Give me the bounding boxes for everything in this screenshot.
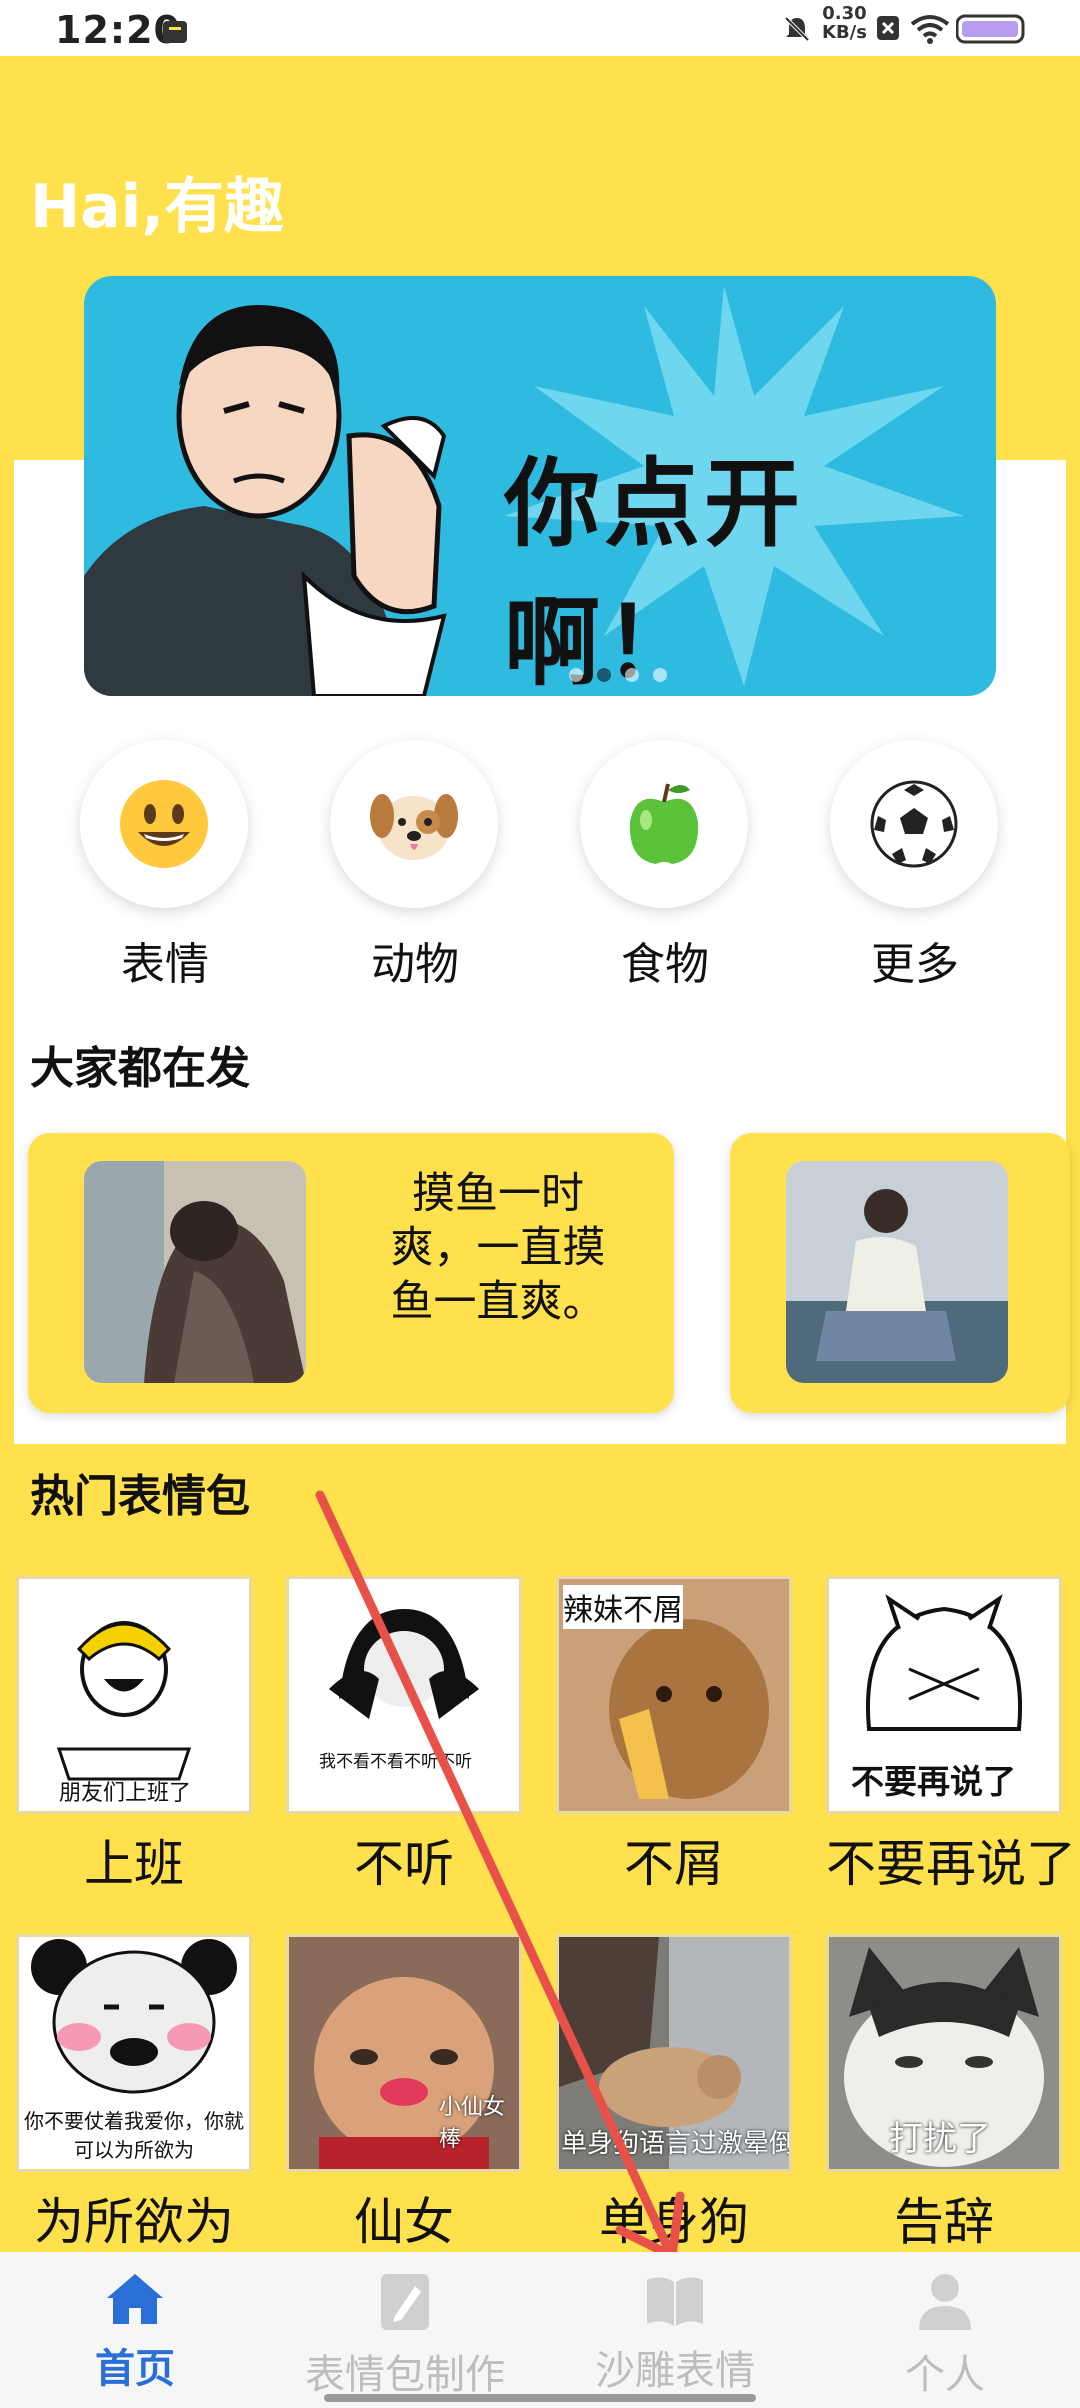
sticker-overlay: 小仙女棒 bbox=[439, 2095, 506, 2152]
banner-pagination bbox=[569, 668, 667, 682]
sticker-caption: 不屑 bbox=[624, 1835, 724, 1893]
sticker-overlay: 不要再说了 bbox=[851, 1762, 1016, 1801]
promo-banner[interactable]: 你点开啊！ bbox=[84, 276, 996, 696]
sticker-caption: 不听 bbox=[354, 1835, 454, 1893]
greeting-title: Hai,有趣 bbox=[30, 172, 285, 242]
status-bar: 12:20 0.30 KB/s bbox=[0, 0, 1080, 56]
tab-label: 沙雕表情 bbox=[595, 2348, 755, 2394]
sticker-item[interactable]: 打扰了 告辞 bbox=[826, 1934, 1062, 2254]
bottom-tab-bar: 首页 表情包制作 沙雕表情 个人 bbox=[0, 2252, 1080, 2408]
home-icon bbox=[107, 2274, 163, 2324]
notification-app-icon bbox=[162, 18, 188, 48]
category-label: 更多 bbox=[871, 939, 959, 990]
soccer-ball-icon bbox=[830, 740, 998, 908]
category-label: 食物 bbox=[621, 939, 709, 990]
trending-card-photo bbox=[786, 1161, 1008, 1383]
trending-card[interactable] bbox=[730, 1133, 1070, 1413]
sticker-item[interactable]: 单身狗语言过激晕倒 单身狗 bbox=[556, 1934, 792, 2254]
open-book-icon bbox=[647, 2277, 703, 2326]
sticker-caption: 单身狗 bbox=[599, 2193, 749, 2251]
sticker-caption: 告辞 bbox=[894, 2193, 994, 2251]
sticker-thumb: 我不看不看不听不听 bbox=[286, 1576, 522, 1814]
mute-icon bbox=[782, 14, 812, 48]
battery-icon bbox=[955, 14, 1026, 48]
sticker-caption: 不要再说了 bbox=[826, 1835, 1076, 1893]
sticker-item[interactable]: 朋友们上班了 上班 bbox=[16, 1576, 252, 1896]
sim-blocked-icon bbox=[876, 14, 900, 46]
sticker-thumb: 不要再说了 bbox=[826, 1576, 1062, 1814]
trending-card[interactable]: 摸鱼一时爽，一直摸鱼一直爽。 bbox=[28, 1133, 674, 1413]
wifi-icon bbox=[910, 14, 950, 48]
tab-funny-stickers[interactable]: 沙雕表情 bbox=[540, 2272, 810, 2396]
person-icon bbox=[919, 2274, 971, 2330]
trending-title: 大家都在发 bbox=[30, 1043, 250, 1094]
category-food[interactable]: 食物 bbox=[580, 740, 750, 992]
category-more[interactable]: 更多 bbox=[830, 740, 1000, 992]
edit-document-icon bbox=[381, 2274, 429, 2330]
category-label: 动物 bbox=[371, 939, 459, 990]
network-speed-value: 0.30 bbox=[822, 3, 867, 24]
sticker-caption: 为所欲为 bbox=[34, 2193, 234, 2251]
category-emoji[interactable]: 表情 bbox=[80, 740, 250, 992]
sticker-overlay: 打扰了 bbox=[889, 2119, 991, 2159]
banner-dot[interactable] bbox=[625, 668, 639, 682]
network-speed-unit: KB/s bbox=[822, 22, 867, 43]
tab-label: 个人 bbox=[905, 2352, 985, 2398]
sticker-overlay: 你不要仗着我爱你，你就可以为所欲为 bbox=[24, 2109, 244, 2162]
sticker-thumb: 小仙女棒 bbox=[286, 1934, 522, 2172]
sticker-thumb: 你不要仗着我爱你，你就可以为所欲为 bbox=[16, 1934, 252, 2172]
tab-label: 表情包制作 bbox=[305, 2352, 505, 2398]
sticker-caption: 仙女 bbox=[354, 2193, 454, 2251]
network-speed: 0.30 KB/s bbox=[822, 4, 867, 42]
home-indicator[interactable] bbox=[324, 2394, 756, 2402]
tab-profile[interactable]: 个人 bbox=[810, 2272, 1080, 2400]
sticker-overlay: 辣妹不屑 bbox=[563, 1585, 683, 1629]
sticker-item[interactable]: 辣妹不屑 不屑 bbox=[556, 1576, 792, 1896]
banner-headline: 你点开啊！ bbox=[504, 448, 804, 696]
dog-face-icon bbox=[330, 740, 498, 908]
category-label: 表情 bbox=[121, 939, 209, 990]
sticker-item[interactable]: 小仙女棒 仙女 bbox=[286, 1934, 522, 2254]
banner-dot-active[interactable] bbox=[597, 668, 611, 682]
smiley-face-icon bbox=[80, 740, 248, 908]
sticker-item[interactable]: 不要再说了 不要再说了 bbox=[826, 1576, 1076, 1896]
hot-stickers-title: 热门表情包 bbox=[30, 1471, 250, 1522]
tab-home[interactable]: 首页 bbox=[0, 2272, 270, 2394]
sticker-thumb: 朋友们上班了 bbox=[16, 1576, 252, 1814]
sticker-caption: 上班 bbox=[84, 1835, 184, 1893]
sticker-overlay: 朋友们上班了 bbox=[59, 1781, 192, 1806]
sticker-thumb: 单身狗语言过激晕倒 bbox=[556, 1934, 792, 2172]
sticker-overlay: 单身狗语言过激晕倒 bbox=[561, 2129, 792, 2159]
trending-card-text: 摸鱼一时爽，一直摸鱼一直爽。 bbox=[390, 1169, 606, 1327]
sticker-item[interactable]: 你不要仗着我爱你，你就可以为所欲为 为所欲为 bbox=[16, 1934, 252, 2254]
trending-card-photo bbox=[84, 1161, 306, 1383]
tab-sticker-maker[interactable]: 表情包制作 bbox=[270, 2272, 540, 2400]
sticker-thumb: 打扰了 bbox=[826, 1934, 1062, 2172]
banner-dot[interactable] bbox=[653, 668, 667, 682]
green-apple-icon bbox=[580, 740, 748, 908]
sticker-item[interactable]: 我不看不看不听不听 不听 bbox=[286, 1576, 522, 1896]
tab-label: 首页 bbox=[95, 2346, 175, 2392]
banner-dot[interactable] bbox=[569, 668, 583, 682]
sticker-thumb: 辣妹不屑 bbox=[556, 1576, 792, 1814]
category-animals[interactable]: 动物 bbox=[330, 740, 500, 992]
sticker-overlay: 我不看不看不听不听 bbox=[319, 1752, 472, 1772]
